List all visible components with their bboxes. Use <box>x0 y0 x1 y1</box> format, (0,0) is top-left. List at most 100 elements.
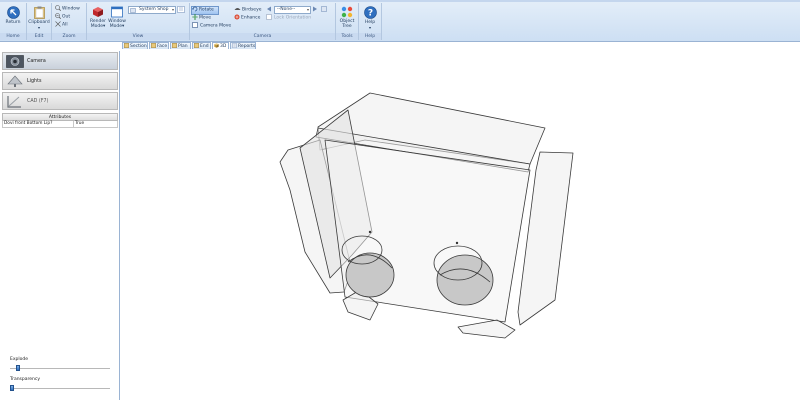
attribute-value[interactable]: True <box>75 121 84 127</box>
return-icon <box>6 6 20 19</box>
lights-lamp-icon <box>7 75 23 87</box>
view-select-chevron-down-icon: ▾ <box>171 7 174 12</box>
window-mode-icon <box>111 6 123 18</box>
enhance-label: Enhance <box>241 15 261 21</box>
render-mode-cube-icon <box>93 7 103 17</box>
ribbon-group-edit: Clipboard ▾ Edit <box>27 3 52 40</box>
lock-orientation-checkbox[interactable]: Lock Orientation <box>266 14 311 22</box>
group-label-tools: Tools <box>336 33 358 40</box>
tab-plan-label: Plan <box>178 44 188 49</box>
svg-text:?: ? <box>367 9 372 19</box>
group-label-zoom: Zoom <box>52 33 86 40</box>
rotate-label-row: Rotate <box>192 6 214 14</box>
camera-view-select-value: --None-- <box>277 7 296 12</box>
zoom-out-label: Out <box>62 14 71 20</box>
cad-ruler-icon <box>7 96 21 108</box>
group-label-home: Home <box>0 33 26 40</box>
tab-reports[interactable]: Reports <box>230 42 256 49</box>
lock-orientation-check-box[interactable] <box>266 14 272 20</box>
tab-reports-label: Reports <box>238 44 256 49</box>
tab-face[interactable]: Face <box>149 42 169 49</box>
ribbon-group-view: Render Mode▾ Window Mode▾ System Shop ▾ … <box>87 3 190 40</box>
camera-save-button[interactable] <box>321 6 328 14</box>
zoom-out-icon <box>55 13 61 19</box>
tab-3d-label: 3D <box>220 44 227 49</box>
right-port-hole[interactable] <box>436 254 494 306</box>
render-mode-button[interactable]: Render Mode▾ <box>88 6 108 29</box>
render-mode-dropdown-icon: ▾ <box>103 24 106 29</box>
object-tree-button[interactable]: Object Tree <box>337 6 357 29</box>
explode-slider-thumb[interactable] <box>16 365 20 371</box>
cad-panel-button[interactable]: CAD (F7) <box>2 92 118 110</box>
ribbon-group-zoom: Window Out All Zoom <box>52 3 87 40</box>
camera-move-label: Camera Move <box>200 23 232 29</box>
rotate-label: Rotate <box>199 7 214 13</box>
right-foot[interactable] <box>457 319 516 339</box>
attribute-name: Dovi front Bottom Lip? <box>4 121 53 126</box>
render-mode-label-2: Mode <box>90 24 103 29</box>
left-port-hole[interactable] <box>345 252 395 298</box>
reports-icon <box>232 43 237 48</box>
view-select-icon <box>130 7 136 13</box>
ribbon-group-camera: Rotate Move Camera Move Birdseye Enhance… <box>190 3 336 40</box>
3d-viewport[interactable] <box>120 50 800 400</box>
zoom-all-button[interactable]: All <box>55 21 68 29</box>
move-arrows-icon <box>192 14 198 20</box>
group-label-view: View <box>87 33 189 40</box>
explode-label: Explode <box>10 357 28 362</box>
transparency-slider-thumb[interactable] <box>10 385 14 391</box>
tab-3d[interactable]: 3D <box>212 42 229 49</box>
transparency-slider-track[interactable] <box>10 388 110 389</box>
tab-end[interactable]: End <box>192 42 211 49</box>
zoom-out-button[interactable]: Out <box>55 13 70 21</box>
window-mode-dropdown-icon: ▾ <box>122 24 125 29</box>
camera-view-select-chevron-down-icon: ▾ <box>306 7 309 12</box>
tab-section[interactable]: Section <box>122 42 148 49</box>
attribute-row[interactable]: Dovi front Bottom Lip? True <box>2 121 118 128</box>
move-button[interactable]: Move <box>192 14 211 22</box>
group-label-help: Help <box>359 33 381 40</box>
group-label-edit: Edit <box>27 33 51 40</box>
camera-icon <box>6 55 24 68</box>
screw-hole <box>455 241 459 245</box>
zoom-window-icon <box>55 5 61 11</box>
lights-panel-label: Lights <box>27 79 42 84</box>
view-select[interactable]: System Shop ▾ <box>128 6 176 14</box>
camera-move-checkbox[interactable]: Camera Move <box>192 22 231 30</box>
left-sidebar: Camera Lights CAD (F7) Attributes Dovi f… <box>0 51 120 400</box>
clipboard-button[interactable]: Clipboard ▾ <box>28 6 50 30</box>
camera-view-select[interactable]: --None-- ▾ <box>274 6 311 14</box>
camera-panel-label: Camera <box>27 59 46 64</box>
cabinet-3d-model[interactable] <box>120 50 800 400</box>
zoom-window-button[interactable]: Window <box>55 5 80 13</box>
view-swap-button[interactable] <box>177 6 185 13</box>
ribbon-group-tools: Object Tree Tools <box>336 3 359 40</box>
attribute-column-divider <box>73 121 74 127</box>
zoom-all-label: All <box>62 22 68 28</box>
face-view-icon <box>151 43 156 48</box>
tab-plan[interactable]: Plan <box>170 42 191 49</box>
tab-section-label: Section <box>130 44 147 49</box>
object-tree-icon <box>341 6 353 18</box>
camera-panel-button[interactable]: Camera <box>2 52 118 70</box>
screw-hole <box>368 230 372 234</box>
lights-panel-button[interactable]: Lights <box>2 72 118 90</box>
window-mode-button[interactable]: Window Mode▾ <box>107 6 127 29</box>
ribbon-group-help: ? Help ▾ Help <box>359 3 382 40</box>
view-select-value: System Shop <box>139 7 169 12</box>
zoom-window-label: Window <box>62 6 80 12</box>
arrow-right-icon <box>313 6 317 12</box>
return-button[interactable]: Return <box>3 6 23 25</box>
birdseye-button[interactable]: Birdseye <box>234 6 262 14</box>
cad-panel-label: CAD (F7) <box>27 99 49 104</box>
rotate-icon <box>192 6 198 12</box>
camera-move-check-box[interactable] <box>192 22 198 28</box>
help-question-icon: ? <box>363 6 377 19</box>
group-label-camera: Camera <box>190 33 335 40</box>
help-button[interactable]: ? Help ▾ <box>360 6 380 30</box>
enhance-button[interactable]: Enhance <box>234 14 260 22</box>
window-mode-label-2: Mode <box>109 24 122 29</box>
camera-next-button[interactable] <box>312 6 319 14</box>
camera-prev-button[interactable] <box>266 6 273 14</box>
explode-slider-track[interactable] <box>10 368 110 369</box>
